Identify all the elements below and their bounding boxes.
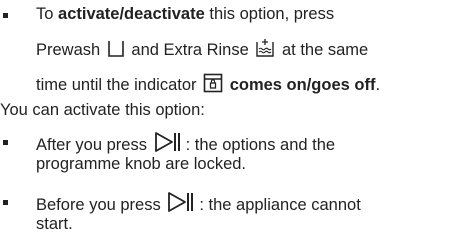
- bullet2-text-post: : the options and the: [185, 136, 336, 154]
- bullet3-text-post: : the appliance cannot: [199, 196, 361, 214]
- bullet3-line2: start.: [36, 213, 73, 235]
- child-lock-indicator-icon: [203, 73, 223, 93]
- bullet1-text-post: this option, press: [204, 5, 335, 23]
- bullet1-line2: Prewash and Extra Rinse at the same: [36, 38, 368, 61]
- bullet1-line1: To activate/deactivate this option, pres…: [36, 3, 334, 25]
- instruction-section: To activate/deactivate this option, pres…: [0, 0, 476, 246]
- comes-on-goes-off-text: comes on/goes off: [229, 76, 376, 94]
- intro-text: You can activate this option:: [0, 99, 205, 121]
- period: .: [375, 76, 381, 94]
- bullet1-bold-text: activate/deactivate: [58, 5, 205, 23]
- bullet-marker: [3, 140, 8, 145]
- bullet2-line2: programme knob are locked.: [36, 153, 246, 175]
- extra-rinse-icon: [255, 38, 275, 58]
- bullet1-text-end: at the same: [281, 41, 369, 59]
- bullet3-line1: Before you press : the appliance cannot: [36, 191, 361, 216]
- indicator-text: time until the indicator: [36, 76, 197, 94]
- bullet3-text-pre: Before you press: [36, 196, 161, 214]
- intro-label: You can activate this option:: [0, 101, 205, 119]
- prewash-label: Prewash: [36, 41, 101, 59]
- start-pause-icon: [154, 131, 184, 153]
- bullet3-text-line2: start.: [36, 215, 73, 233]
- bullet-marker: [3, 13, 8, 18]
- bullet1-text-pre: To: [36, 5, 59, 23]
- extra-rinse-label: and Extra Rinse: [131, 41, 249, 59]
- bullet2-text-pre: After you press: [36, 136, 147, 154]
- bullet1-line3: time until the indicator comes on/goes o…: [36, 73, 380, 96]
- bullet-marker: [3, 200, 8, 205]
- start-pause-icon: [167, 191, 197, 213]
- bullet2-text-line2: programme knob are locked.: [36, 155, 247, 173]
- prewash-icon: [107, 40, 125, 58]
